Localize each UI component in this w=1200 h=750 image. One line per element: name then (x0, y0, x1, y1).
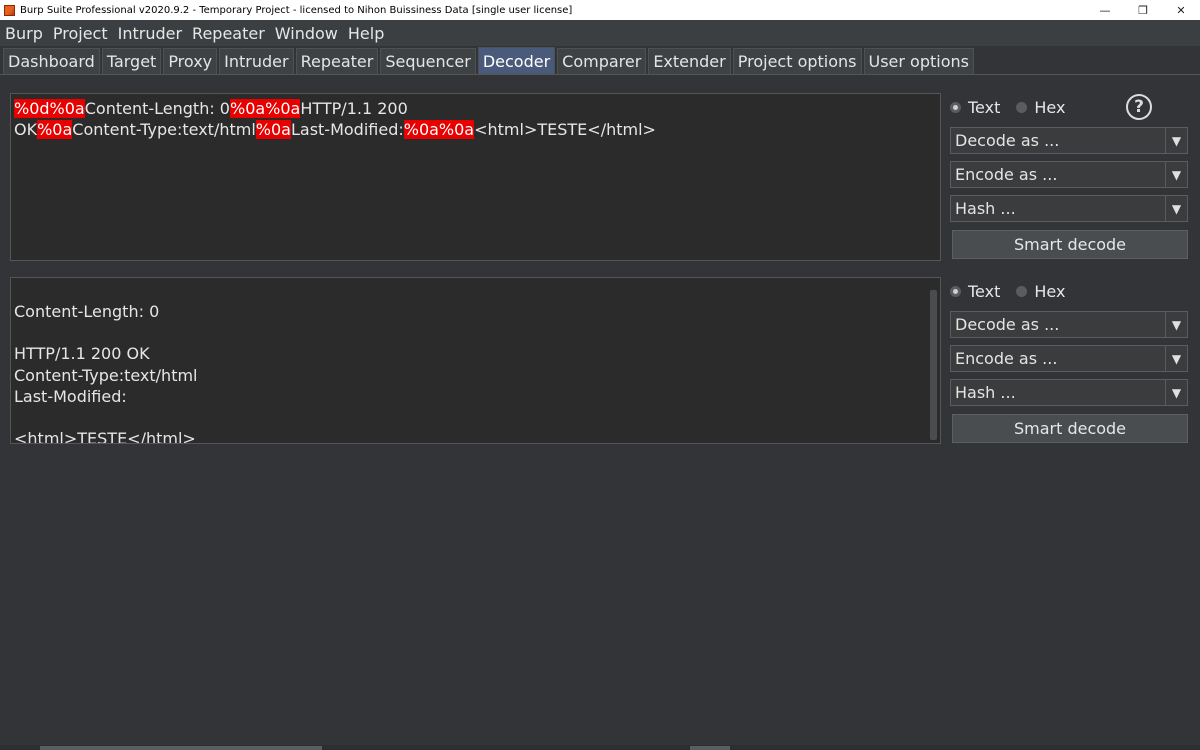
tab-repeater[interactable]: Repeater (295, 48, 379, 74)
menu-burp[interactable]: Burp (0, 24, 48, 43)
output-text-radio[interactable]: Text (950, 282, 1000, 301)
chevron-down-icon: ▼ (1165, 128, 1187, 153)
output-line: <html>TESTE</html> (14, 429, 196, 444)
input-text: <html>TESTE</html> (474, 120, 656, 139)
menu-repeater[interactable]: Repeater (187, 24, 270, 43)
radio-checked-icon (950, 101, 961, 113)
output-line: HTTP/1.1 200 OK (14, 344, 150, 364)
output-encode-as-select[interactable]: Encode as ... ▼ (950, 345, 1188, 372)
menu-intruder[interactable]: Intruder (113, 24, 187, 43)
tab-intruder[interactable]: Intruder (219, 48, 294, 74)
input-line-1: %0d%0aContent-Length: 0%0a%0aHTTP/1.1 20… (14, 98, 937, 119)
restore-icon[interactable]: ❐ (1124, 0, 1162, 20)
tab-target[interactable]: Target (101, 48, 162, 74)
tab-dashboard[interactable]: Dashboard (3, 48, 100, 74)
window-title: Burp Suite Professional v2020.9.2 - Temp… (20, 4, 573, 16)
chevron-down-icon: ▼ (1165, 346, 1187, 371)
output-smart-decode-button[interactable]: Smart decode (952, 414, 1188, 443)
menu-help[interactable]: Help (343, 24, 389, 43)
encoded-lf-highlight: %0a%0a (229, 99, 301, 118)
output-line: Last-Modified: (14, 386, 127, 406)
output-line: Content-Length: 0 (14, 302, 160, 321)
chevron-down-icon: ▼ (1165, 196, 1187, 221)
input-hash-select[interactable]: Hash ... ▼ (950, 195, 1188, 222)
output-line: Content-Type:text/html (14, 365, 198, 385)
input-encode-as-select[interactable]: Encode as ... ▼ (950, 161, 1188, 188)
tab-extender[interactable]: Extender (648, 48, 731, 74)
help-icon[interactable]: ? (1126, 94, 1152, 120)
close-icon[interactable]: ✕ (1162, 0, 1200, 20)
input-controls: Text Hex ? Decode as ... ▼ Encode as ... ▼… (950, 94, 1188, 259)
chevron-down-icon: ▼ (1165, 162, 1187, 187)
radio-checked-icon (950, 285, 961, 297)
minimize-icon[interactable]: — (1086, 0, 1124, 20)
tab-proxy[interactable]: Proxy (163, 48, 218, 74)
encoded-lf-highlight: %0a%0a (403, 120, 475, 139)
chevron-down-icon: ▼ (1165, 380, 1187, 405)
main-tabs: Dashboard Target Proxy Intruder Repeater… (0, 47, 1200, 75)
chevron-down-icon: ▼ (1165, 312, 1187, 337)
input-text: HTTP/1.1 200 (300, 99, 408, 118)
input-text-radio[interactable]: Text (950, 98, 1000, 117)
tab-user-options[interactable]: User options (863, 48, 974, 74)
tab-project-options[interactable]: Project options (732, 48, 862, 74)
tab-sequencer[interactable]: Sequencer (380, 48, 476, 74)
scrollbar-thumb[interactable] (690, 746, 730, 750)
input-mode-row: Text Hex ? (950, 94, 1188, 120)
input-line-2: OK%0aContent-Type:text/html%0aLast-Modif… (14, 119, 937, 140)
tab-comparer[interactable]: Comparer (557, 48, 647, 74)
output-scrollbar[interactable] (930, 290, 937, 440)
output-decode-as-select[interactable]: Decode as ... ▼ (950, 311, 1188, 338)
menu-project[interactable]: Project (48, 24, 113, 43)
window-titlebar: Burp Suite Professional v2020.9.2 - Temp… (0, 0, 1200, 20)
output-hex-radio[interactable]: Hex (1016, 282, 1065, 301)
menu-window[interactable]: Window (270, 24, 343, 43)
output-mode-row: Text Hex (950, 278, 1188, 304)
scrollbar-thumb[interactable] (40, 746, 322, 750)
decoder-output-editor[interactable]: Content-Length: 0 HTTP/1.1 200 OK Conten… (10, 277, 941, 444)
input-text: Last-Modified: (290, 120, 404, 139)
radio-unchecked-icon (1016, 101, 1028, 113)
input-text: Content-Length: 0 (84, 99, 230, 118)
burp-logo-icon (4, 4, 15, 16)
input-hex-radio[interactable]: Hex (1016, 98, 1065, 117)
output-hash-select[interactable]: Hash ... ▼ (950, 379, 1188, 406)
input-decode-as-select[interactable]: Decode as ... ▼ (950, 127, 1188, 154)
input-text: Content-Type:text/html (72, 120, 256, 139)
encoded-lf-highlight: %0a (255, 120, 291, 139)
bottom-scrollbar[interactable] (0, 745, 1200, 750)
input-text: OK (14, 120, 38, 139)
encoded-lf-highlight: %0a (37, 120, 73, 139)
encoded-crlf-highlight: %0d%0a (14, 99, 85, 118)
radio-unchecked-icon (1016, 285, 1028, 297)
decoder-input-editor[interactable]: %0d%0aContent-Length: 0%0a%0aHTTP/1.1 20… (10, 93, 941, 261)
output-controls: Text Hex Decode as ... ▼ Encode as ... ▼ H… (950, 278, 1188, 443)
menu-bar: Burp Project Intruder Repeater Window He… (0, 20, 1200, 46)
tab-decoder[interactable]: Decoder (477, 47, 556, 74)
input-smart-decode-button[interactable]: Smart decode (952, 230, 1188, 259)
